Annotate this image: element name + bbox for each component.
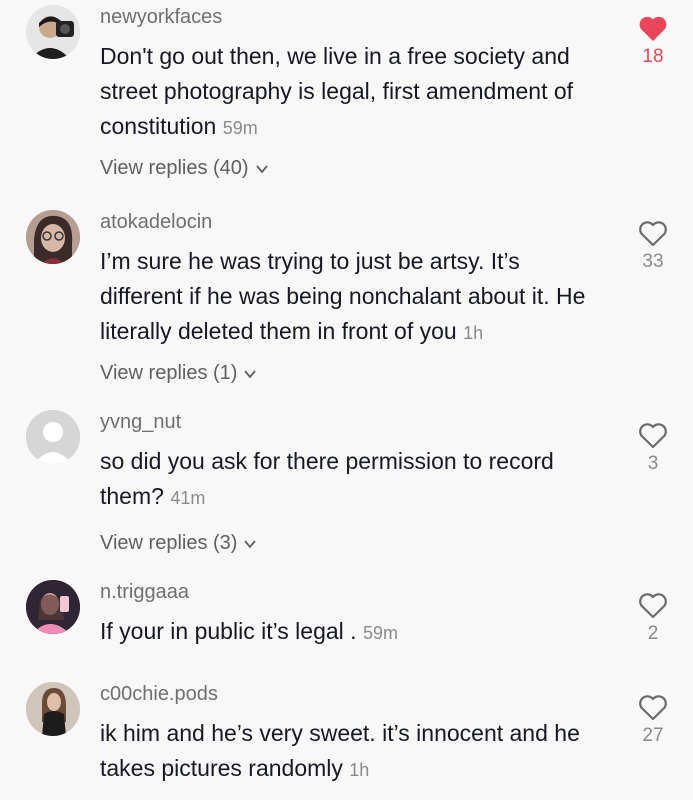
view-replies-button[interactable]: View replies (40) (100, 157, 269, 180)
like-count: 2 (647, 623, 659, 644)
woman-glasses-avatar-icon (26, 210, 80, 264)
comment-time: 41m (170, 488, 206, 508)
heart-outline-icon (639, 221, 667, 247)
comment-text: Don't go out then, we live in a free soc… (100, 39, 600, 146)
like-count: 33 (642, 251, 664, 272)
avatar[interactable] (26, 410, 80, 464)
view-replies-button[interactable]: View replies (3) (100, 532, 257, 555)
heart-filled-icon (639, 16, 667, 41)
like-button[interactable]: 18 (634, 15, 672, 68)
comment-body: I’m sure he was trying to just be artsy.… (100, 248, 586, 344)
avatar[interactable] (26, 682, 80, 736)
username[interactable]: yvng_nut (100, 410, 181, 434)
avatar[interactable] (26, 580, 80, 634)
view-replies-label: View replies (1) (100, 362, 238, 384)
like-count: 27 (642, 725, 664, 746)
comment-body: so did you ask for there permission to r… (100, 448, 554, 509)
comment-time: 59m (362, 623, 398, 643)
pink-selfie-avatar-icon (26, 580, 80, 634)
comment-time: 59m (222, 118, 258, 138)
comment-time: 1h (463, 323, 484, 343)
like-count: 18 (642, 46, 664, 67)
comment-text: so did you ask for there permission to r… (100, 444, 600, 516)
like-count: 3 (647, 453, 659, 474)
heart-outline-icon (639, 695, 667, 721)
like-button[interactable]: 33 (634, 220, 672, 273)
chevron-down-icon (244, 369, 257, 378)
like-button[interactable]: 3 (634, 422, 672, 475)
view-replies-button[interactable]: View replies (1) (100, 362, 257, 385)
like-button[interactable]: 27 (634, 694, 672, 747)
camera-man-avatar-icon (26, 5, 80, 59)
avatar[interactable] (26, 210, 80, 264)
username[interactable]: newyorkfaces (100, 5, 222, 29)
default-avatar-icon (26, 410, 80, 464)
view-replies-label: View replies (40) (100, 157, 249, 179)
comment-time: 1h (349, 760, 370, 780)
avatar[interactable] (26, 5, 80, 59)
mirror-selfie-avatar-icon (26, 682, 80, 736)
heart-outline-icon (639, 593, 667, 619)
view-replies-label: View replies (3) (100, 532, 238, 554)
comment-body: Don't go out then, we live in a free soc… (100, 43, 574, 139)
heart-outline-icon (639, 423, 667, 449)
like-button[interactable]: 2 (634, 592, 672, 645)
comment-text: I’m sure he was trying to just be artsy.… (100, 244, 600, 351)
comment-body: If your in public it’s legal . (100, 618, 357, 644)
comment-text: If your in public it’s legal . 59m (100, 614, 600, 651)
username[interactable]: atokadelocin (100, 210, 212, 234)
chevron-down-icon (244, 539, 257, 548)
username[interactable]: c00chie.pods (100, 682, 218, 706)
comment-body: ik him and he’s very sweet. it’s innocen… (100, 720, 580, 781)
comment-text: ik him and he’s very sweet. it’s innocen… (100, 716, 600, 788)
username[interactable]: n.triggaaa (100, 580, 189, 604)
chevron-down-icon (255, 164, 268, 173)
